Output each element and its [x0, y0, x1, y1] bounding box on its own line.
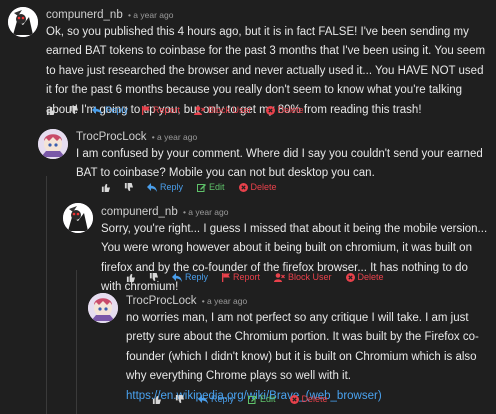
delete-label: Delete	[277, 105, 304, 115]
thumbs-up-icon[interactable]	[152, 395, 161, 404]
comment-text: Sorry, you're right... I guess I missed …	[101, 223, 488, 294]
comment-actions: Reply Report Block User Delete	[126, 272, 398, 282]
edit-icon	[197, 183, 207, 192]
thumbs-up-icon[interactable]	[46, 106, 55, 115]
flag-icon	[222, 272, 231, 282]
thumbs-up-icon[interactable]	[101, 183, 110, 192]
comment-actions: Reply Edit Delete	[152, 394, 342, 404]
thumbs-down-icon[interactable]	[124, 182, 133, 192]
delete-label: Delete	[301, 394, 328, 404]
flag-icon	[142, 105, 151, 115]
username[interactable]: TrocProcLock	[126, 295, 197, 307]
delete-button[interactable]: Delete	[289, 394, 328, 404]
edit-button[interactable]: Edit	[197, 182, 225, 192]
delete-icon	[265, 105, 275, 115]
comment-header: TrocProcLock • a year ago	[76, 131, 197, 143]
avatar[interactable]	[8, 7, 38, 37]
reply-label: Reply	[211, 394, 235, 404]
username[interactable]: compunerd_nb	[46, 9, 123, 21]
reply-icon	[198, 394, 208, 404]
username[interactable]: compunerd_nb	[101, 206, 178, 218]
delete-label: Delete	[357, 272, 384, 282]
report-label: Report	[153, 105, 181, 115]
delete-icon	[238, 182, 248, 192]
thread-rail	[76, 270, 77, 414]
delete-label: Delete	[250, 182, 277, 192]
timestamp: • a year ago	[182, 207, 229, 217]
block-user-button[interactable]: Block User	[194, 105, 252, 115]
avatar[interactable]	[63, 203, 93, 233]
delete-icon	[289, 394, 299, 404]
thumbs-down-icon[interactable]	[149, 272, 158, 282]
thumbs-down-icon[interactable]	[69, 105, 78, 115]
comment-text: no worries man, I am not perfect so any …	[126, 309, 491, 406]
avatar[interactable]	[38, 129, 68, 159]
reply-icon	[147, 182, 157, 192]
timestamp: • a year ago	[127, 10, 174, 20]
edit-label: Edit	[209, 182, 225, 192]
thumbs-up-icon[interactable]	[126, 273, 135, 282]
reply-icon	[92, 105, 102, 115]
comment-actions: Reply Edit Delete	[101, 182, 291, 192]
block-user-label: Block User	[288, 272, 332, 282]
edit-icon	[248, 395, 258, 404]
comment-header: compunerd_nb • a year ago	[101, 206, 228, 218]
thumbs-down-icon[interactable]	[175, 394, 184, 404]
block-user-icon	[274, 272, 285, 282]
delete-button[interactable]: Delete	[238, 182, 277, 192]
avatar[interactable]	[88, 293, 118, 323]
reply-label: Reply	[185, 272, 209, 282]
block-user-label: Block User	[208, 105, 252, 115]
delete-button[interactable]: Delete	[345, 272, 384, 282]
reply-button[interactable]: Reply	[92, 105, 128, 115]
comment-actions: Reply Report Block User Delete	[46, 105, 318, 115]
timestamp: • a year ago	[151, 132, 198, 142]
delete-button[interactable]: Delete	[265, 105, 304, 115]
comment-header: TrocProcLock • a year ago	[126, 295, 247, 307]
username[interactable]: TrocProcLock	[76, 131, 147, 143]
comment-header: compunerd_nb • a year ago	[46, 9, 173, 21]
reply-button[interactable]: Reply	[147, 182, 183, 192]
block-user-button[interactable]: Block User	[274, 272, 332, 282]
report-label: Report	[233, 272, 261, 282]
reply-icon	[172, 272, 182, 282]
edit-label: Edit	[260, 394, 276, 404]
delete-icon	[345, 272, 355, 282]
report-button[interactable]: Report	[222, 272, 260, 282]
reply-button[interactable]: Reply	[172, 272, 208, 282]
block-user-icon	[194, 105, 205, 115]
reply-label: Reply	[160, 182, 184, 192]
timestamp: • a year ago	[201, 296, 248, 306]
reply-label: Reply	[105, 105, 129, 115]
reply-button[interactable]: Reply	[198, 394, 234, 404]
thread-rail	[46, 176, 47, 414]
edit-button[interactable]: Edit	[248, 394, 276, 404]
report-button[interactable]: Report	[142, 105, 180, 115]
comment-body-text: no worries man, I am not perfect so any …	[126, 312, 479, 383]
comment-text: I am confused by your comment. Where did…	[76, 148, 483, 180]
